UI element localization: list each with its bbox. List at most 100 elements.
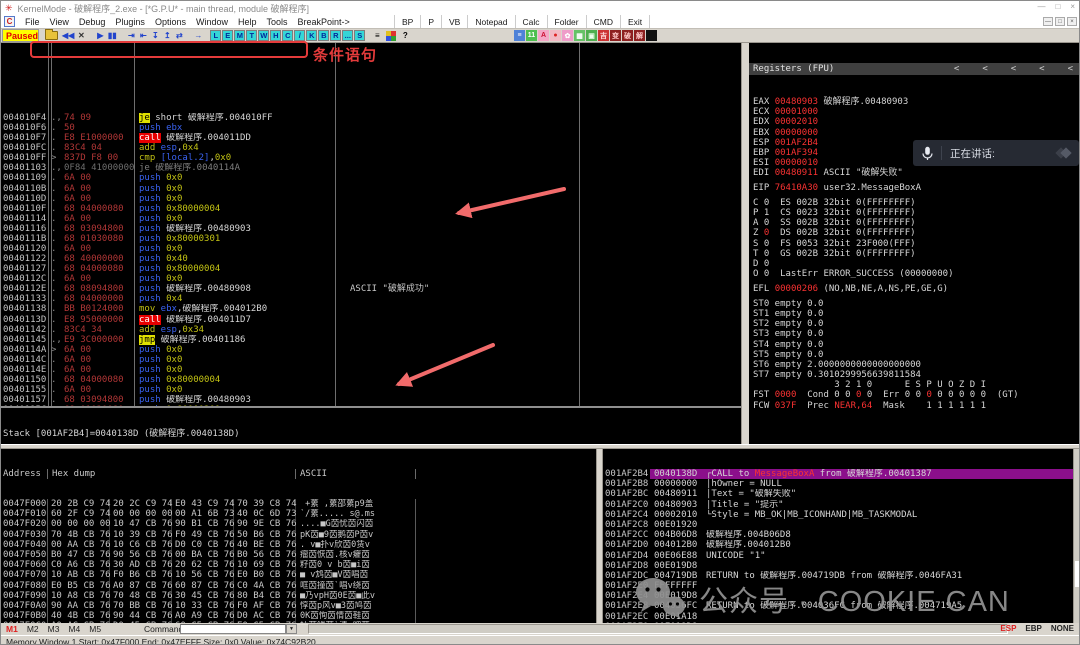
stack-row[interactable]: 001AF2C0 00480903 │Title = "提示" xyxy=(603,500,1073,510)
disasm-row[interactable]: 00401157. 68 03094800 push 破解程序.00480903 xyxy=(1,395,741,405)
quick-button-exit[interactable]: Exit xyxy=(619,15,651,28)
restart-icon[interactable]: ◀◀ xyxy=(61,30,75,42)
plugin-icon[interactable]: ✿ xyxy=(562,30,573,41)
scrollbar-thumb[interactable] xyxy=(1075,561,1079,587)
scroll-chevron-icon[interactable]: < xyxy=(954,64,959,74)
pause-icon[interactable]: ▮▮ xyxy=(106,30,118,42)
disasm-row[interactable]: 004010F7. E8 E1000000 call 破解程序.004011DD xyxy=(1,133,741,144)
restore-button[interactable]: □ xyxy=(1055,2,1060,11)
goto-icon[interactable]: → xyxy=(192,30,204,42)
register-row[interactable]: EDX 00002010 xyxy=(749,117,1079,127)
register-row[interactable]: EAX 00480903 破解程序.00480903 xyxy=(749,97,1079,107)
plugin-icon[interactable]: A xyxy=(538,30,549,41)
memory-tab-m3[interactable]: M3 xyxy=(48,624,60,634)
disasm-row[interactable]: 0040111B. 68 01030080 push 0x80000301 xyxy=(1,234,741,244)
register-row[interactable]: T 0 GS 002B 32bit 0(FFFFFFFF) xyxy=(749,249,1079,259)
plugin-icon[interactable]: ▦ xyxy=(574,30,585,41)
plugin-icon[interactable]: 吉 xyxy=(598,30,609,41)
register-row[interactable]: EFL 00000206 (NO,NB,NE,A,NS,PE,GE,G) xyxy=(749,284,1079,294)
stack-row[interactable]: 001AF2D4 00E06E88 UNICODE "1" xyxy=(603,551,1073,561)
memory-tab-m4[interactable]: M4 xyxy=(68,624,80,634)
menu-item-debug[interactable]: Debug xyxy=(74,17,111,27)
stack-mode-ebp[interactable]: EBP xyxy=(1025,624,1041,633)
register-row[interactable]: D 0 xyxy=(749,259,1079,269)
panel-button-r[interactable]: R xyxy=(330,30,342,41)
disasm-row[interactable]: 0040114A >6A 00 push 0x0 xyxy=(1,345,741,355)
stack-mode-none[interactable]: NONE xyxy=(1051,624,1074,633)
stack-row[interactable]: 001AF2B4 0040138D ┌CALL to MessageBoxA fro… xyxy=(603,469,1073,480)
register-row[interactable]: A 0 SS 002B 32bit 0(FFFFFFFF) xyxy=(749,218,1079,228)
bottom-pane-splitter[interactable] xyxy=(596,449,603,623)
quick-button-cmd[interactable]: CMD xyxy=(585,15,620,28)
command-input[interactable] xyxy=(180,624,286,634)
run-to-return-icon[interactable]: ⇄ xyxy=(173,30,185,42)
disassembly-pane[interactable]: 004010F4., 74 09 je short 破解程序.004010FF 004… xyxy=(1,43,741,406)
hex-row[interactable]: 0047F080 E0 B5 CB 76 A0 87 CB 76 60 87 CB 7… xyxy=(1,580,596,591)
quick-button-p[interactable]: P xyxy=(420,15,441,28)
panel-button-slash[interactable]: / xyxy=(294,30,306,41)
windows-grid-icon[interactable] xyxy=(385,30,397,42)
register-row[interactable]: ST7 empty 0.3010299956639811584 xyxy=(749,370,1079,380)
quick-button-calc[interactable]: Calc xyxy=(514,15,547,28)
stack-mode-esp[interactable]: ESP xyxy=(1000,624,1016,633)
scroll-chevron-icon[interactable]: < xyxy=(982,64,987,74)
stack-row[interactable]: 001AF2B8 00000000 │hOwner = NULL xyxy=(603,479,1073,489)
minimize-button[interactable]: — xyxy=(1037,2,1045,11)
scroll-chevron-icon[interactable]: < xyxy=(1039,64,1044,74)
plugin-icon[interactable]: ≡ xyxy=(514,30,525,41)
stack-row[interactable]: 001AF2C8 00E01920 xyxy=(603,520,1073,530)
hex-row[interactable]: 0047F010 60 2F C9 74 00 00 00 00 00 A1 6B 7… xyxy=(1,509,596,520)
register-row[interactable]: EIP 76410A30 user32.MessageBoxA xyxy=(749,183,1079,193)
hex-row[interactable]: 0047F090 10 A8 CB 76 70 48 CB 76 30 45 CB 7… xyxy=(1,590,596,601)
menu-item-breakpoint[interactable]: BreakPoint-> xyxy=(293,17,355,27)
plugin-icon[interactable]: 破 xyxy=(622,30,633,41)
log-list-icon[interactable]: ≡ xyxy=(371,30,383,42)
pane-splitter-vertical[interactable] xyxy=(741,43,749,444)
menu-item-file[interactable]: File xyxy=(20,17,45,27)
disasm-row[interactable]: 004010F4., 74 09 je short 破解程序.004010FF xyxy=(1,113,741,123)
menu-item-tools[interactable]: Tools xyxy=(262,17,293,27)
disasm-row[interactable]: 00401133. 68 04000000 push 0x4 xyxy=(1,294,741,304)
column-divider[interactable] xyxy=(51,43,52,406)
plugin-icon[interactable]: 变 xyxy=(610,30,621,41)
disasm-row[interactable]: 0040112E. 68 08094800 push 破解程序.00480908 AS… xyxy=(1,284,741,294)
panel-button-m[interactable]: M xyxy=(234,30,246,41)
register-row[interactable]: ST1 empty 0.0 xyxy=(749,309,1079,319)
panel-button-b[interactable]: B xyxy=(318,30,330,41)
quick-button-vb[interactable]: VB xyxy=(441,15,467,28)
menu-item-options[interactable]: Options xyxy=(150,17,191,27)
register-row[interactable]: FCW 037F Prec NEAR,64 Mask 1 1 1 1 1 1 xyxy=(749,401,1079,411)
memory-tab-m5[interactable]: M5 xyxy=(89,624,101,634)
register-row[interactable]: ST2 empty 0.0 xyxy=(749,319,1079,329)
panel-button-s[interactable]: S xyxy=(354,30,366,41)
hex-row[interactable]: 0047F020 00 00 00 00 10 47 CB 76 90 B1 CB 7… xyxy=(1,519,596,530)
disasm-row[interactable]: 00401142. 83C4 34 add esp,0x34 xyxy=(1,325,741,335)
quick-button-bp[interactable]: BP xyxy=(394,15,420,28)
plugin-icon[interactable]: 11 xyxy=(526,30,537,41)
hex-row[interactable]: 0047F040 00 AA CB 76 10 C6 CB 76 D0 C0 CB 7… xyxy=(1,539,596,550)
disasm-row[interactable]: 00401109. 6A 00 push 0x0 xyxy=(1,173,741,183)
menu-item-view[interactable]: View xyxy=(45,17,74,27)
quick-button-notepad[interactable]: Notepad xyxy=(467,15,514,28)
scroll-chevron-icon[interactable]: < xyxy=(1068,64,1073,74)
register-row[interactable]: C 0 ES 002B 32bit 0(FFFFFFFF) xyxy=(749,198,1079,208)
hex-row[interactable]: 0047F060 C0 A6 CB 76 30 AD CB 76 20 62 CB 7… xyxy=(1,560,596,571)
disasm-row[interactable]: 00401103., 0F84 41000000 je 破解程序.0040114A xyxy=(1,163,741,173)
memory-tab-m1[interactable]: M1 xyxy=(6,624,18,634)
panel-button-c[interactable]: C xyxy=(282,30,294,41)
stack-row[interactable]: 001AF2C4 00002010 └Style = MB_OK|MB_ICONHA… xyxy=(603,510,1073,520)
close-button[interactable]: × xyxy=(1070,2,1075,11)
register-row[interactable]: S 0 FS 0053 32bit 23F000(FFF) xyxy=(749,239,1079,249)
menu-item-window[interactable]: Window xyxy=(191,17,233,27)
register-row[interactable]: EBX 00000000 xyxy=(749,128,1079,138)
panel-button-h[interactable]: H xyxy=(270,30,282,41)
register-row[interactable]: EDI 00480911 ASCII "破解失败" xyxy=(749,168,1079,178)
column-divider[interactable] xyxy=(579,43,580,406)
hex-dump-pane[interactable]: Address Hex dump ASCII 0047F000 20 2B C9 … xyxy=(1,449,596,623)
help-icon[interactable]: ? xyxy=(399,30,411,42)
register-row[interactable]: ST4 empty 0.0 xyxy=(749,340,1079,350)
disasm-row[interactable]: 0040114E. 6A 00 push 0x0 xyxy=(1,365,741,375)
register-row[interactable]: 3 2 1 0 E S P U O Z D I xyxy=(749,380,1079,390)
disasm-row[interactable]: 00401138. BB B0124000 mov ebx,破解程序.004012B… xyxy=(1,304,741,314)
stack-row[interactable]: 001AF2D0 004012B0 破解程序.004012B0 xyxy=(603,540,1073,550)
